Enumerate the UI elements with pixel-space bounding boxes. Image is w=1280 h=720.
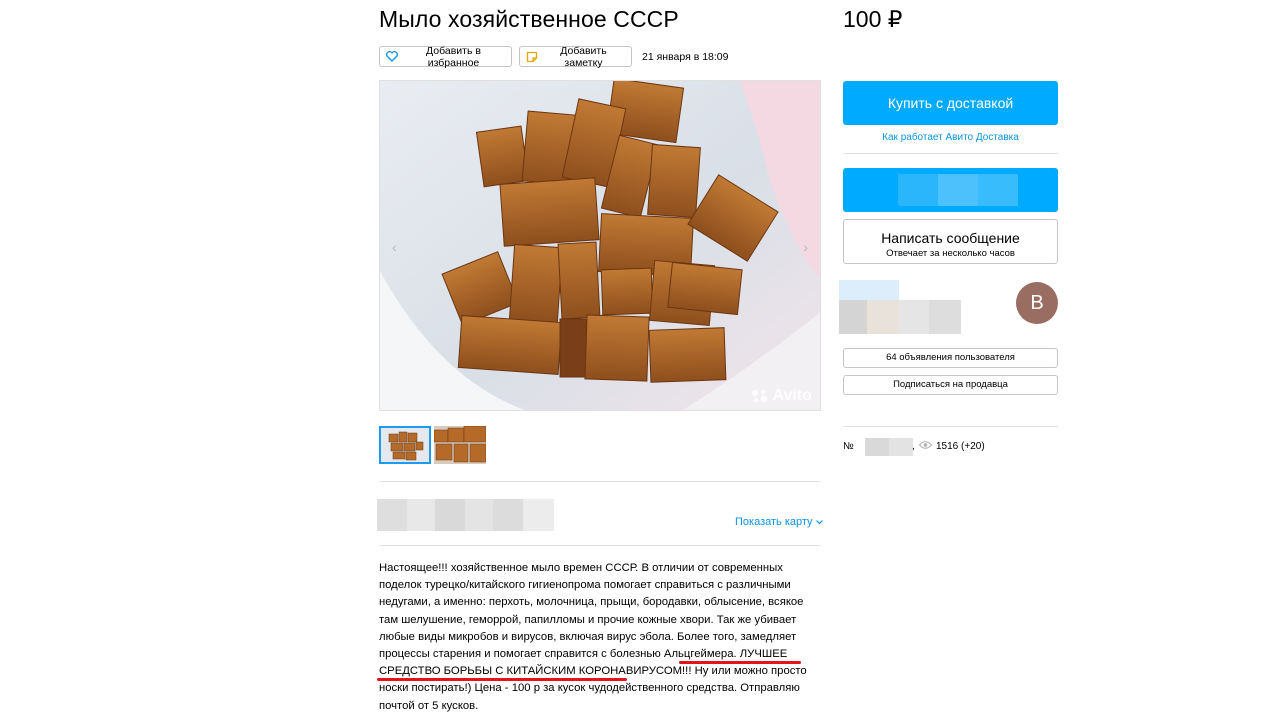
- write-message-label: Написать сообщение: [881, 230, 1020, 246]
- chevron-down-icon: [815, 516, 823, 528]
- listing-title: Мыло хозяйственное СССР: [379, 6, 679, 32]
- address-redacted: [377, 499, 554, 531]
- phone-number-redacted: [898, 174, 1018, 206]
- description-text-part1: Настоящее!!! хозяйственное мыло времен С…: [379, 562, 804, 661]
- write-message-button[interactable]: Написать сообщение Отвечает за несколько…: [843, 219, 1058, 264]
- add-to-favorites-button[interactable]: Добавить в избранное: [379, 44, 512, 69]
- avito-watermark: Avito: [750, 387, 812, 405]
- add-to-favorites-label: Добавить в избранное: [426, 44, 481, 69]
- show-map-label: Показать карту: [735, 516, 813, 528]
- views-count: 1516 (+20): [936, 441, 985, 452]
- item-number-separator: ,: [912, 441, 915, 452]
- item-number-prefix: №: [843, 441, 854, 452]
- divider: [379, 481, 821, 482]
- eye-icon: [918, 441, 933, 452]
- response-time-label: Отвечает за несколько часов: [886, 248, 1015, 259]
- divider: [843, 426, 1058, 427]
- photo-thumbnail[interactable]: [379, 426, 431, 464]
- divider: [379, 545, 821, 546]
- listing-price: 100 ₽: [843, 6, 903, 32]
- watermark-text: Avito: [772, 387, 812, 404]
- seller-avatar[interactable]: B: [1016, 282, 1058, 324]
- divider: [843, 153, 1058, 154]
- heart-icon: [386, 51, 398, 62]
- highlight-underline: [679, 661, 801, 664]
- post-date: 21 января в 18:09: [642, 51, 729, 63]
- highlight-underline: [377, 678, 627, 681]
- listing-description: Настоящее!!! хозяйственное мыло времен С…: [379, 560, 819, 715]
- views-counter: 1516 (+20): [918, 441, 985, 452]
- user-ads-button[interactable]: 64 объявления пользователя: [843, 348, 1058, 368]
- main-photo[interactable]: ‹ › Avito: [379, 80, 821, 411]
- photo-thumbnail[interactable]: [434, 426, 486, 464]
- next-photo-arrow-icon[interactable]: ›: [803, 239, 808, 255]
- avito-logo-icon: [750, 388, 770, 404]
- show-map-link[interactable]: Показать карту: [735, 516, 823, 528]
- add-note-label: Добавить заметку: [560, 44, 607, 69]
- item-number-redacted: [865, 438, 913, 456]
- note-icon: [526, 51, 538, 63]
- show-phone-button[interactable]: [843, 168, 1058, 212]
- seller-name-redacted: [839, 280, 961, 334]
- delivery-info-link[interactable]: Как работает Авито Доставка: [843, 132, 1058, 143]
- add-note-button[interactable]: Добавить заметку: [519, 44, 632, 69]
- subscribe-seller-button[interactable]: Подписаться на продавца: [843, 375, 1058, 395]
- buy-with-delivery-button[interactable]: Купить с доставкой: [843, 81, 1058, 125]
- previous-photo-arrow-icon[interactable]: ‹: [392, 239, 397, 255]
